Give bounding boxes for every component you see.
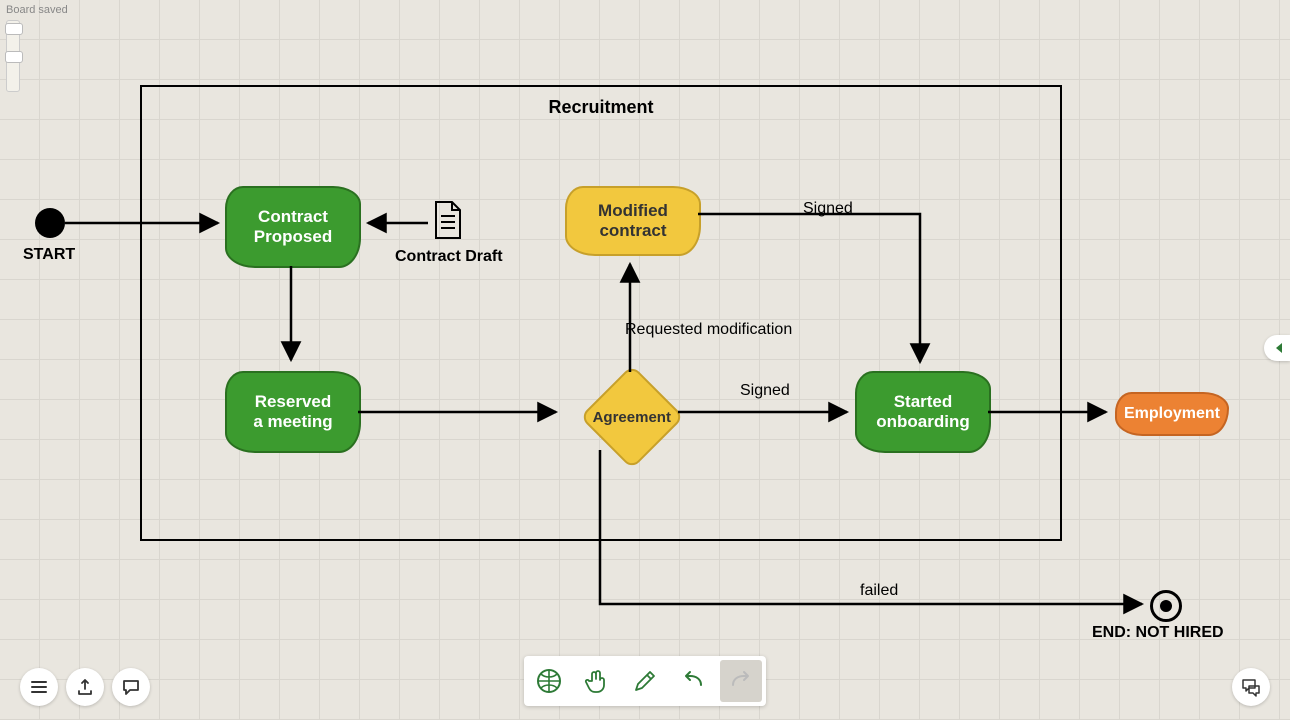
- node-reserved-meeting[interactable]: Reserved a meeting: [225, 371, 361, 453]
- node-employment[interactable]: Employment: [1115, 392, 1229, 436]
- edge-label-requested-modification: Requested modification: [625, 321, 792, 339]
- node-contract-proposed[interactable]: Contract Proposed: [225, 186, 361, 268]
- redo-tool: [720, 660, 762, 702]
- start-label: START: [23, 246, 75, 264]
- container-title: Recruitment: [142, 97, 1060, 118]
- expand-panel-tab[interactable]: [1264, 335, 1290, 361]
- hand-tool[interactable]: [576, 660, 618, 702]
- comment-icon: [121, 677, 141, 697]
- zoom-thumb-top[interactable]: [5, 23, 23, 35]
- export-button[interactable]: [66, 668, 104, 706]
- export-icon: [75, 677, 95, 697]
- end-node[interactable]: [1150, 590, 1182, 622]
- recruitment-container[interactable]: Recruitment: [140, 85, 1062, 541]
- globe-icon: [535, 667, 563, 695]
- contract-draft-label: Contract Draft: [395, 248, 503, 266]
- list-icon: [29, 677, 49, 697]
- pencil-icon: [631, 667, 659, 695]
- save-status: Board saved: [6, 4, 68, 16]
- zoom-slider[interactable]: [6, 20, 20, 92]
- list-button[interactable]: [20, 668, 58, 706]
- zoom-thumb-mid[interactable]: [5, 51, 23, 63]
- edge-label-failed: failed: [860, 582, 898, 600]
- document-icon[interactable]: [432, 200, 464, 245]
- hand-icon: [583, 667, 611, 695]
- start-node[interactable]: [35, 208, 65, 238]
- node-started-onboarding[interactable]: Started onboarding: [855, 371, 991, 453]
- edge-label-signed-top: Signed: [803, 200, 853, 218]
- undo-icon: [679, 667, 707, 695]
- comments-button[interactable]: [112, 668, 150, 706]
- pencil-tool[interactable]: [624, 660, 666, 702]
- node-agreement-label: Agreement: [593, 409, 671, 426]
- chat-icon: [1240, 676, 1262, 698]
- chat-button[interactable]: [1232, 668, 1270, 706]
- globe-tool[interactable]: [528, 660, 570, 702]
- edge-label-signed-mid: Signed: [740, 382, 790, 400]
- tool-toolbar: [524, 656, 766, 706]
- node-modified-contract[interactable]: Modified contract: [565, 186, 701, 256]
- end-label: END: NOT HIRED: [1092, 624, 1224, 642]
- chevron-left-icon: [1273, 341, 1285, 355]
- undo-tool[interactable]: [672, 660, 714, 702]
- redo-icon: [727, 667, 755, 695]
